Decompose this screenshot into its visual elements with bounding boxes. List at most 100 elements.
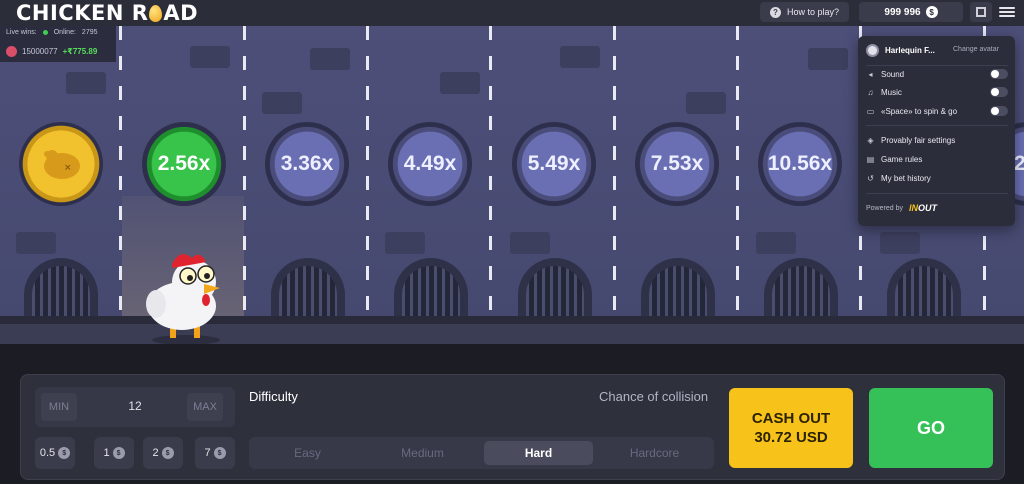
menu-item-label: Game rules: [881, 154, 923, 164]
min-bet-button[interactable]: MIN: [41, 393, 77, 421]
online-dot-icon: [42, 30, 48, 35]
wall-brick: [756, 232, 796, 254]
multiplier-coin: 2.56x: [142, 122, 226, 206]
wall-brick: [510, 232, 550, 254]
multiplier-value: 2: [1014, 152, 1024, 175]
history-icon: ↺: [867, 173, 874, 183]
keyboard-icon: ▭: [866, 106, 875, 116]
menu-item-sound[interactable]: ◂ Sound: [866, 67, 1008, 81]
difficulty-selector: Easy Medium Hard Hardcore: [249, 437, 714, 469]
menu-item-label: Sound: [881, 69, 905, 79]
speaker-icon: ◂: [868, 69, 873, 79]
multiplier-coin: 4.49x: [388, 122, 472, 206]
quick-bet-button[interactable]: 7 $: [195, 437, 235, 469]
wall-brick: [440, 72, 480, 94]
change-avatar-link[interactable]: Change avatar: [953, 46, 999, 53]
difficulty-medium[interactable]: Medium: [368, 441, 477, 465]
quick-bet-button[interactable]: 2 $: [143, 437, 183, 469]
quick-bet-button[interactable]: 0.5 $: [35, 437, 75, 469]
menu-item-music[interactable]: ♫ Music: [866, 85, 1008, 99]
dollar-coin-icon: $: [161, 447, 174, 459]
sewer-grate: [394, 258, 468, 316]
multiplier-coin: 7.53x: [635, 122, 719, 206]
sewer-grate: [24, 258, 98, 316]
powered-by: Powered by INOUT: [866, 203, 937, 213]
difficulty-hardcore[interactable]: Hardcore: [600, 441, 709, 465]
difficulty-easy[interactable]: Easy: [253, 441, 362, 465]
cash-out-label: CASH OUT: [751, 410, 831, 427]
music-toggle[interactable]: [990, 87, 1008, 97]
how-to-play-button[interactable]: ? How to play?: [760, 2, 849, 22]
wall-brick: [262, 92, 302, 114]
game-app: CHICKEN R AD ? How to play? 999 996 $ × …: [0, 0, 1024, 484]
menu-item-space-spin[interactable]: ▭ «Space» to spin & go: [866, 104, 1008, 118]
bet-amount-input[interactable]: MIN 12 MAX: [35, 387, 235, 427]
win-user: 15000077: [22, 47, 58, 56]
menu-divider: [866, 65, 1008, 66]
egg-icon: [149, 5, 163, 22]
multiplier-coin: 3.36x: [265, 122, 349, 206]
bet-amount-value[interactable]: 12: [105, 399, 165, 413]
menu-item-label: Provably fair settings: [881, 135, 956, 145]
game-logo: CHICKEN R AD: [16, 1, 198, 25]
bottom-area: MIN 12 MAX 0.5 $ 1 $ 2 $ 7 $ Difficulty Chan…: [0, 344, 1024, 484]
cash-out-amount: 30.72 USD: [754, 429, 828, 446]
avatar: [6, 46, 17, 57]
wall-brick: [16, 232, 56, 254]
menu-item-label: «Space» to spin & go: [881, 106, 958, 116]
lane-divider: [366, 26, 369, 316]
start-coin: ×: [19, 122, 103, 206]
multiplier-value: 10.56x: [767, 152, 833, 175]
wall-brick: [66, 72, 106, 94]
settings-menu: Harlequin F... Change avatar ◂ Sound ♫ M…: [858, 36, 1015, 226]
dollar-coin-icon: $: [925, 6, 938, 18]
how-to-play-label: How to play?: [786, 7, 840, 17]
live-wins-panel: Live wins: Online: 2795 15000077 +₹775.8…: [0, 26, 116, 62]
menu-button[interactable]: [999, 4, 1015, 20]
control-panel: MIN 12 MAX 0.5 $ 1 $ 2 $ 7 $ Difficulty Chan…: [20, 374, 1005, 480]
roast-chicken-icon: ×: [44, 150, 80, 179]
multiplier-coin: 10.56x: [758, 122, 842, 206]
shield-icon: ◈: [867, 135, 874, 145]
hamburger-icon-bar: [999, 7, 1015, 9]
max-bet-button[interactable]: MAX: [187, 393, 223, 421]
fullscreen-button[interactable]: [970, 2, 992, 22]
menu-item-provably-fair[interactable]: ◈ Provably fair settings: [866, 133, 1008, 147]
lane-divider: [613, 26, 616, 316]
multiplier-value: 3.36x: [280, 152, 334, 175]
live-win-entry: 15000077 +₹775.89: [6, 46, 97, 57]
multiplier-coin: 5.49x: [512, 122, 596, 206]
multiplier-value: 4.49x: [403, 152, 457, 175]
wall-brick: [385, 232, 425, 254]
sewer-grate: [764, 258, 838, 316]
sewer-grate: [641, 258, 715, 316]
fullscreen-icon: [976, 7, 986, 17]
menu-divider: [866, 193, 1008, 194]
user-info: Harlequin F...: [866, 44, 935, 57]
wall-brick: [190, 46, 230, 68]
space-spin-toggle[interactable]: [990, 106, 1008, 116]
svg-text:×: ×: [64, 163, 72, 173]
music-note-icon: ♫: [867, 87, 874, 97]
wall-brick: [310, 48, 350, 70]
wall-brick: [808, 48, 848, 70]
online-count: 2795: [81, 29, 98, 36]
top-bar: CHICKEN R AD ? How to play? 999 996 $: [0, 0, 1024, 26]
dollar-coin-icon: $: [112, 447, 125, 459]
menu-item-label: My bet history: [881, 173, 931, 183]
menu-item-bet-history[interactable]: ↺ My bet history: [866, 171, 1008, 185]
online-label: Online:: [53, 29, 76, 36]
wall-brick: [686, 92, 726, 114]
lane-divider: [489, 26, 492, 316]
lane-divider: [736, 26, 739, 316]
go-button[interactable]: GO: [869, 388, 993, 468]
inout-logo: INOUT: [908, 203, 937, 213]
menu-item-game-rules[interactable]: ▤ Game rules: [866, 152, 1008, 166]
cash-out-button[interactable]: CASH OUT 30.72 USD: [729, 388, 853, 468]
sound-toggle[interactable]: [990, 69, 1008, 79]
document-icon: ▤: [866, 154, 875, 164]
hamburger-icon-bar: [999, 15, 1015, 17]
logo-text-left: CHICKEN R: [16, 1, 149, 25]
difficulty-hard[interactable]: Hard: [484, 441, 593, 465]
quick-bet-button[interactable]: 1 $: [94, 437, 134, 469]
